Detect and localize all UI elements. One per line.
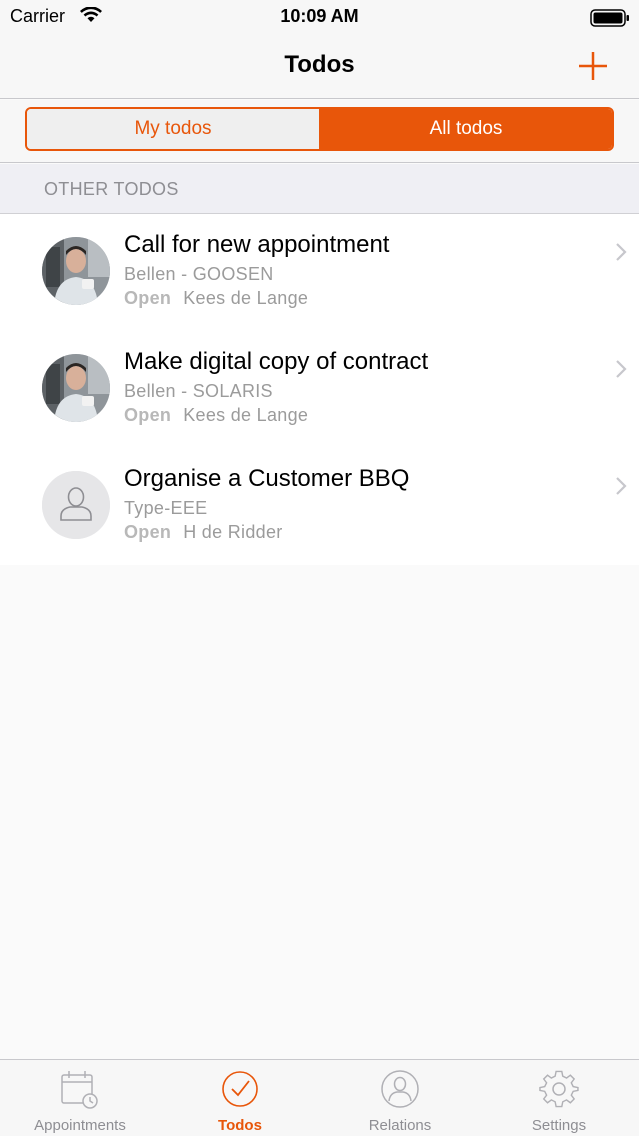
tab-todos[interactable]: Todos [160, 1060, 320, 1136]
person-photo [42, 354, 110, 422]
tab-label: Appointments [34, 1117, 126, 1134]
tab-label: Settings [531, 1117, 587, 1134]
status-bar: Carrier 10:09 AM [0, 0, 639, 36]
person-photo [42, 237, 110, 305]
todo-list: Call for new appointment Bellen - GOOSEN… [0, 214, 639, 565]
avatar [42, 237, 110, 305]
navigation-bar: Todos [0, 36, 639, 99]
todo-subtitle: Type-EEE [124, 498, 208, 518]
gear-icon [539, 1070, 579, 1108]
add-todo-button[interactable] [570, 46, 616, 86]
todo-row[interactable]: Call for new appointment Bellen - GOOSEN… [0, 214, 639, 331]
todo-subtitle: Bellen - SOLARIS [124, 381, 273, 401]
status-label: Open [124, 405, 172, 425]
todo-row[interactable]: Organise a Customer BBQ Type-EEE Open H d… [0, 448, 639, 565]
status-label: Open [124, 522, 172, 542]
todo-title: Organise a Customer BBQ [124, 465, 410, 492]
tab-appointments[interactable]: Appointments [0, 1060, 160, 1136]
tab-bar: Appointments Todos Relations Settings [0, 1059, 639, 1136]
segment-my-todos[interactable]: My todos [27, 109, 320, 149]
battery-icon [590, 9, 630, 32]
todo-meta: Open H de Ridder [124, 522, 283, 543]
status-label: Open [124, 288, 172, 308]
tab-relations[interactable]: Relations [320, 1060, 480, 1136]
checkmark-circle-icon [222, 1071, 258, 1107]
calendar-clock-icon [61, 1071, 98, 1109]
section-title: OTHER TODOS [44, 179, 179, 199]
todo-title: Call for new appointment [124, 231, 390, 258]
page-title: Todos [284, 51, 355, 78]
segment-all-todos[interactable]: All todos [320, 109, 612, 149]
tab-label: Todos [218, 1117, 262, 1134]
chevron-right-icon [614, 358, 628, 385]
avatar-placeholder [42, 471, 110, 539]
todo-row[interactable]: Make digital copy of contract Bellen - S… [0, 331, 639, 448]
tab-settings[interactable]: Settings [479, 1060, 639, 1136]
avatar [42, 354, 110, 422]
todo-meta: Open Kees de Lange [124, 288, 308, 309]
todo-subtitle: Bellen - GOOSEN [124, 264, 274, 284]
owner-label: H de Ridder [183, 522, 283, 542]
person-circle-icon [381, 1070, 419, 1108]
owner-label: Kees de Lange [183, 288, 309, 308]
owner-label: Kees de Lange [183, 405, 309, 425]
clock-label: 10:09 AM [280, 6, 359, 26]
segment-area: My todos All todos [0, 100, 639, 163]
todo-meta: Open Kees de Lange [124, 405, 308, 426]
todo-title: Make digital copy of contract [124, 348, 429, 375]
tab-label: Relations [368, 1117, 432, 1134]
todos-segmented-control: My todos All todos [25, 107, 614, 151]
chevron-right-icon [614, 475, 628, 502]
section-header: OTHER TODOS [0, 164, 639, 214]
chevron-right-icon [614, 241, 628, 268]
plus-icon [579, 52, 607, 80]
person-placeholder-icon [42, 471, 110, 539]
